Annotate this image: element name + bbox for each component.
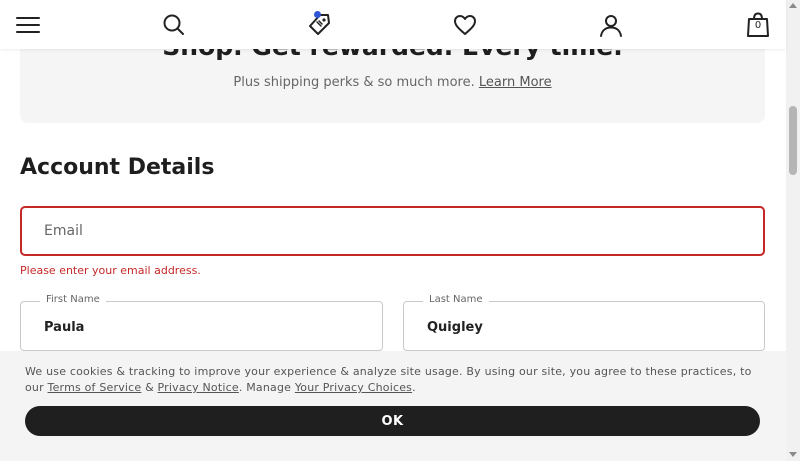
shopping-bag-icon[interactable]: 0 [743,10,773,40]
last-name-label: Last Name [423,294,489,305]
first-name-input[interactable] [44,310,344,344]
menu-icon[interactable] [12,10,42,40]
promo-subtitle-text: Plus shipping perks & so much more. [233,75,475,90]
tag-icon[interactable] [304,10,334,40]
scrollbar[interactable] [786,0,800,461]
last-name-input[interactable] [427,310,727,344]
last-name-field[interactable]: Last Name [403,294,765,351]
first-name-label: First Name [40,294,106,305]
page-title: Account Details [20,155,215,180]
email-input[interactable] [44,208,744,254]
learn-more-link[interactable]: Learn More [479,75,552,90]
scroll-up-arrow-icon[interactable] [789,3,797,8]
cookie-end-text: . [412,381,416,394]
cookie-manage-text: . Manage [238,381,295,394]
email-error-message: Please enter your email address. [20,264,201,277]
privacy-choices-link[interactable]: Your Privacy Choices [295,381,412,394]
privacy-notice-link[interactable]: Privacy Notice [158,381,239,394]
scrollbar-thumb[interactable] [789,106,797,175]
bag-count: 0 [754,20,762,31]
terms-of-service-link[interactable]: Terms of Service [48,381,142,394]
first-name-field[interactable]: First Name [20,294,383,351]
search-icon[interactable] [159,10,189,40]
account-icon[interactable] [596,10,626,40]
cookie-text: We use cookies & tracking to improve you… [25,364,765,396]
cookie-banner: We use cookies & tracking to improve you… [0,351,786,461]
promo-subtitle: Plus shipping perks & so much more. Lear… [20,75,765,90]
scroll-down-arrow-icon[interactable] [789,452,797,457]
email-field[interactable] [20,206,765,256]
ok-button[interactable]: OK [25,406,760,436]
cookie-amp: & [141,381,158,394]
top-navigation: 0 [0,0,786,49]
heart-icon[interactable] [450,10,480,40]
notification-dot [314,11,321,18]
